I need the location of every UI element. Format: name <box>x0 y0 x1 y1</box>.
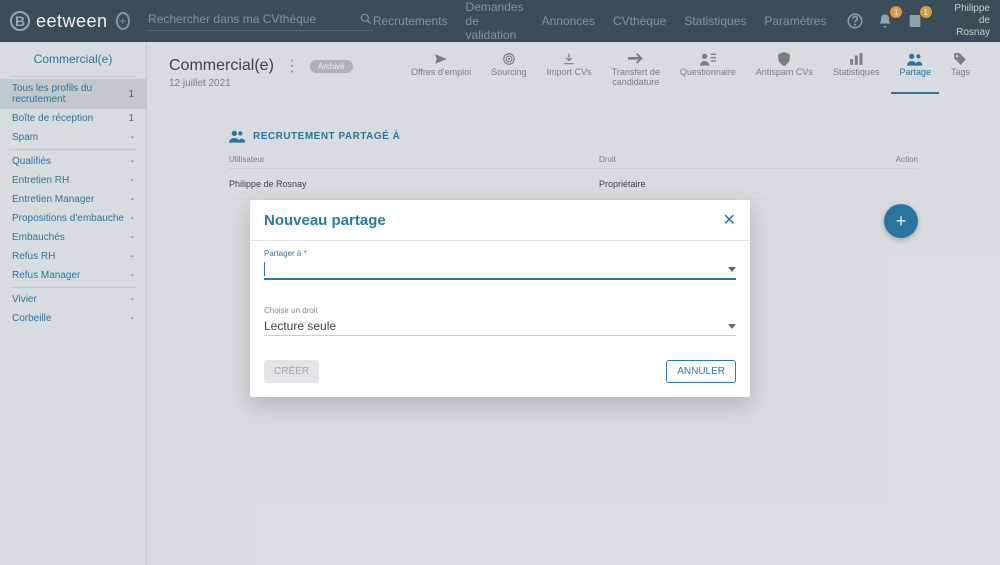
modal-overlay[interactable]: Nouveau partage ✕ Partager à * Choisir u… <box>0 0 1000 565</box>
cancel-button[interactable]: ANNULER <box>666 360 736 383</box>
right-value: Lecture seule <box>264 319 336 333</box>
field-share-to: Partager à * <box>264 249 736 280</box>
right-select[interactable]: Lecture seule <box>264 315 736 336</box>
modal-header: Nouveau partage ✕ <box>250 200 750 241</box>
field-right-label: Choisir un droit <box>264 306 736 315</box>
modal-footer: CRÉER ANNULER <box>250 350 750 397</box>
share-modal: Nouveau partage ✕ Partager à * Choisir u… <box>250 200 750 397</box>
modal-title: Nouveau partage <box>264 212 386 229</box>
share-to-select[interactable] <box>264 258 736 280</box>
close-icon[interactable]: ✕ <box>723 210 736 230</box>
field-share-label: Partager à * <box>264 249 736 258</box>
text-cursor <box>264 262 265 276</box>
create-button[interactable]: CRÉER <box>264 360 319 383</box>
chevron-down-icon <box>728 324 736 329</box>
chevron-down-icon <box>728 267 736 272</box>
field-right: Choisir un droit Lecture seule <box>264 306 736 336</box>
modal-body: Partager à * Choisir un droit Lecture se… <box>250 241 750 350</box>
